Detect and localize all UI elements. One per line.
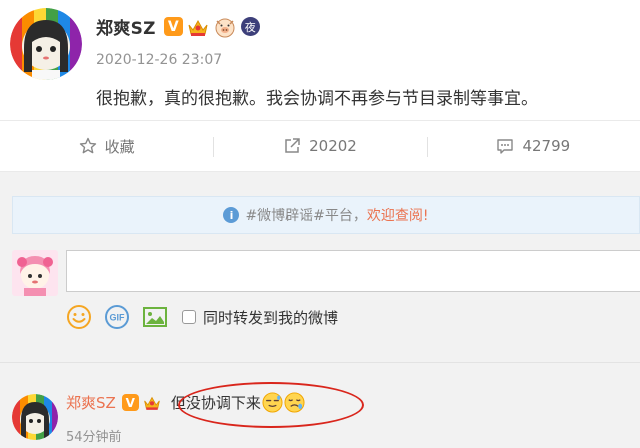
comment-toolbar: GIF 同时转发到我的微博	[66, 304, 338, 330]
favorite-button[interactable]: 收藏	[0, 121, 213, 171]
reply-timestamp: 54分钟前	[66, 430, 122, 445]
pig-badge-icon[interactable]	[213, 16, 237, 38]
post-content: 很抱歉，真的很抱歉。我会协调不再参与节目录制等事宜。	[96, 89, 538, 109]
reply-crown-badge-icon[interactable]	[143, 394, 161, 411]
reply-author-avatar[interactable]	[12, 394, 58, 440]
crown-badge-icon[interactable]	[187, 17, 209, 37]
current-user-avatar[interactable]	[12, 250, 58, 296]
reply-author-name[interactable]: 郑爽SZ	[66, 392, 116, 413]
comment-input[interactable]	[66, 250, 640, 292]
night-badge[interactable]: 夜	[240, 17, 260, 36]
emoji-icon[interactable]	[66, 304, 92, 330]
image-icon[interactable]	[142, 304, 168, 330]
post-action-bar: 收藏 20202 42799	[0, 120, 640, 172]
comments-divider	[0, 362, 640, 363]
rumor-notice-banner: i #微博辟谣#平台， 欢迎查阅!	[12, 196, 640, 234]
star-icon	[79, 137, 96, 154]
sync-repost-checkbox[interactable]	[182, 310, 196, 324]
post-timestamp[interactable]: 2020-12-26 23:07	[96, 52, 222, 68]
sad-sweat-emoji	[284, 392, 305, 413]
comment-count: 42799	[522, 137, 571, 155]
info-icon: i	[223, 207, 240, 223]
sync-repost-option[interactable]: 同时转发到我的微博	[182, 307, 338, 328]
weibo-post: 郑爽SZ V 夜 2020-12-26 23:07 很抱歉，真的很抱歉。我会协调…	[0, 0, 640, 120]
comment-button[interactable]: 42799	[426, 121, 640, 171]
notice-text: #微博辟谣#平台，	[245, 208, 367, 224]
favorite-label: 收藏	[104, 137, 135, 156]
author-line: 郑爽SZ V 夜	[96, 14, 264, 39]
svg-text:GIF: GIF	[110, 313, 126, 323]
author-name[interactable]: 郑爽SZ	[96, 14, 156, 39]
share-icon	[285, 138, 300, 153]
sync-repost-label: 同时转发到我的微博	[203, 308, 339, 327]
author-avatar[interactable]	[10, 8, 82, 80]
repost-count: 20202	[309, 137, 357, 155]
notice-link[interactable]: 欢迎查阅!	[367, 205, 429, 225]
reply-verified-badge[interactable]: V	[121, 394, 139, 411]
gif-icon[interactable]: GIF	[104, 304, 130, 330]
reply-text: 但没协调下来	[170, 394, 261, 412]
reply-header: 郑爽SZ V 但没协调下来	[66, 392, 305, 413]
verified-v-badge[interactable]: V	[163, 17, 183, 36]
comment-icon	[497, 139, 514, 154]
repost-button[interactable]: 20202	[213, 121, 426, 171]
sweat-smile-emoji	[262, 392, 283, 413]
